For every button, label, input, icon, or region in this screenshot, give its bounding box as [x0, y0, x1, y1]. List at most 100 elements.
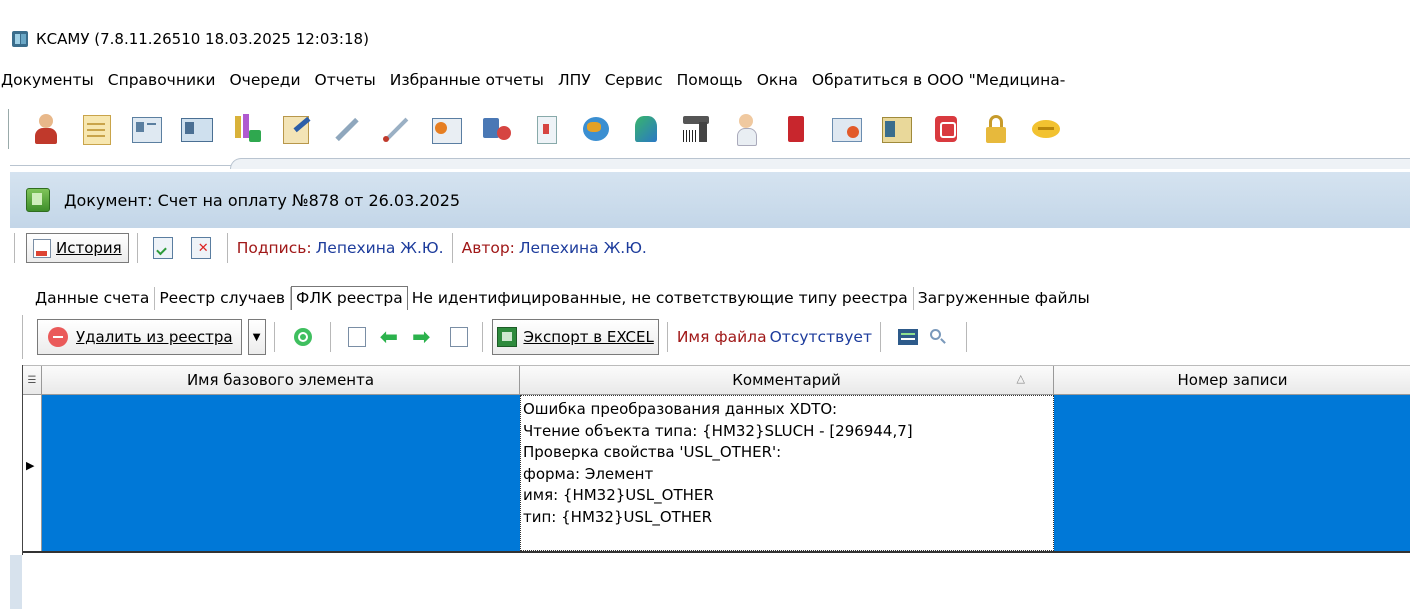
author-value: Лепехина Ж.Ю. [518, 239, 647, 257]
cell-comment[interactable]: Ошибка преобразования данных XDTO: Чтени… [520, 395, 1054, 551]
grid-header: ☰ Имя базового элемента Комментарий △ Но… [23, 365, 1410, 395]
menu-lpu[interactable]: ЛПУ [551, 71, 598, 89]
table-row[interactable]: ▶ Ошибка преобразования данных XDTO: Чте… [23, 395, 1410, 553]
toolbar-separator [965, 322, 968, 352]
arrow-right-icon[interactable]: ➡ [412, 325, 430, 350]
id-card-icon[interactable] [179, 112, 213, 146]
excel-icon [497, 327, 518, 347]
flk-toolbar: Удалить из реестра ▼ ⬅ ➡ Экспорт в EXCEL… [22, 311, 1410, 363]
toolbar-separator [136, 233, 139, 263]
menu-favorite-reports[interactable]: Избранные отчеты [383, 71, 551, 89]
doctor-icon[interactable] [29, 112, 63, 146]
author-label: Автор: [461, 239, 515, 257]
history-button-label: История [56, 239, 122, 257]
medical-book-icon[interactable] [529, 112, 563, 146]
lab-flask-icon[interactable] [229, 112, 263, 146]
mdi-tab-strip [0, 158, 1410, 172]
export-excel-label: Экспорт в EXCEL [523, 328, 654, 346]
tab-invoice-data[interactable]: Данные счета [31, 287, 156, 310]
toolbar-separator [482, 322, 485, 352]
unsign-document-icon[interactable]: ✕ [190, 237, 211, 259]
tab-uploaded-files[interactable]: Загруженные файлы [914, 287, 1095, 310]
chat-icon[interactable] [1029, 112, 1063, 146]
toolbar-grip [22, 315, 23, 359]
main-toolbar [8, 100, 1410, 158]
import-icon[interactable] [347, 327, 366, 347]
journal-edit-icon[interactable] [279, 112, 313, 146]
table-settings-icon[interactable] [897, 329, 918, 345]
menu-contact-support[interactable]: Обратиться в ООО "Медицина- [805, 71, 1072, 89]
chevron-down-icon: ▼ [252, 331, 261, 343]
menu-reports[interactable]: Отчеты [308, 71, 383, 89]
toolbar-grip[interactable] [8, 109, 13, 149]
pdf-icon[interactable] [929, 112, 963, 146]
grid-column-menu-icon[interactable]: ☰ [23, 366, 42, 394]
ksamu-app-icon [10, 29, 30, 49]
syringe-icon[interactable] [329, 112, 363, 146]
tab-flk-registry[interactable]: ФЛК реестра [291, 286, 408, 310]
sign-document-icon[interactable] [152, 237, 173, 259]
menu-documents[interactable]: Документы [0, 71, 101, 89]
report-icon[interactable] [879, 112, 913, 146]
toolbar-separator [329, 322, 332, 352]
document-icon [26, 188, 50, 212]
document-toolbar: История ✕ Подпись: Лепехина Ж.Ю. Автор: … [10, 228, 1410, 268]
toolbar-separator [666, 322, 669, 352]
search-icon[interactable] [929, 329, 946, 345]
mdi-left-edge [10, 555, 22, 609]
tab-unidentified[interactable]: Не идентифицированные, не сответствующие… [408, 287, 914, 310]
menu-service[interactable]: Сервис [598, 71, 670, 89]
lock-icon[interactable] [979, 112, 1013, 146]
refresh-icon[interactable] [293, 328, 312, 346]
mdi-window-tab[interactable] [230, 158, 1410, 169]
delete-circle-icon [48, 327, 68, 347]
document-header: Документ: Счет на оплату №878 от 26.03.2… [10, 172, 1410, 228]
window-title-bar: КСАМУ (7.8.11.26510 18.03.2025 12:03:18) [0, 22, 1410, 56]
export-excel-button[interactable]: Экспорт в EXCEL [492, 319, 659, 355]
toolbar-separator [226, 233, 229, 263]
delete-from-registry-button[interactable]: Удалить из реестра [37, 319, 242, 355]
toolbar-separator [451, 233, 454, 263]
toolbar-separator [879, 322, 882, 352]
medicines-icon[interactable] [479, 112, 513, 146]
export-icon[interactable] [450, 327, 469, 347]
file-name-value: Отсутствует [769, 328, 872, 346]
toolbar-separator [273, 322, 276, 352]
nurse-icon[interactable] [729, 112, 763, 146]
delete-dropdown-button[interactable]: ▼ [247, 319, 266, 355]
notepad-icon[interactable] [79, 112, 113, 146]
column-header-comment-label: Комментарий [732, 371, 841, 389]
document-tabs: Данные счета Реестр случаев ФЛК реестра … [31, 282, 1095, 310]
calendar-icon[interactable] [829, 112, 863, 146]
menu-references[interactable]: Справочники [101, 71, 223, 89]
menu-bar: Документы Справочники Очереди Отчеты Изб… [0, 65, 1410, 95]
history-log-icon [33, 238, 51, 258]
menu-help[interactable]: Помощь [670, 71, 750, 89]
arrow-left-icon[interactable]: ⬅ [380, 325, 398, 350]
sort-ascending-icon: △ [1016, 372, 1025, 385]
signature-value: Лепехина Ж.Ю. [315, 239, 444, 257]
cell-base-element[interactable] [42, 395, 520, 551]
cell-record-number[interactable] [1054, 395, 1410, 551]
column-header-base-element[interactable]: Имя базового элемента [42, 366, 520, 394]
signature-label: Подпись: [236, 239, 312, 257]
column-header-comment[interactable]: Комментарий △ [520, 366, 1054, 394]
menu-queues[interactable]: Очереди [222, 71, 307, 89]
flk-grid: ☰ Имя базового элемента Комментарий △ Но… [22, 365, 1410, 555]
thermometer-icon[interactable] [379, 112, 413, 146]
column-header-record-number[interactable]: Номер записи [1054, 366, 1410, 394]
delete-button-label: Удалить из реестра [76, 328, 233, 346]
globe-icon[interactable] [579, 112, 613, 146]
schedule-icon[interactable] [429, 112, 463, 146]
history-button[interactable]: История [26, 233, 129, 263]
card-icon[interactable] [129, 112, 163, 146]
tab-cases-registry[interactable]: Реестр случаев [155, 287, 291, 310]
menu-windows[interactable]: Окна [750, 71, 805, 89]
document-title: Документ: Счет на оплату №878 от 26.03.2… [64, 190, 461, 210]
chemistry-icon[interactable] [629, 112, 663, 146]
current-row-icon: ▶ [26, 459, 35, 472]
toolbar-separator [14, 233, 16, 263]
row-selector[interactable]: ▶ [23, 395, 42, 551]
barcode-scanner-icon[interactable] [679, 112, 713, 146]
red-book-icon[interactable] [779, 112, 813, 146]
